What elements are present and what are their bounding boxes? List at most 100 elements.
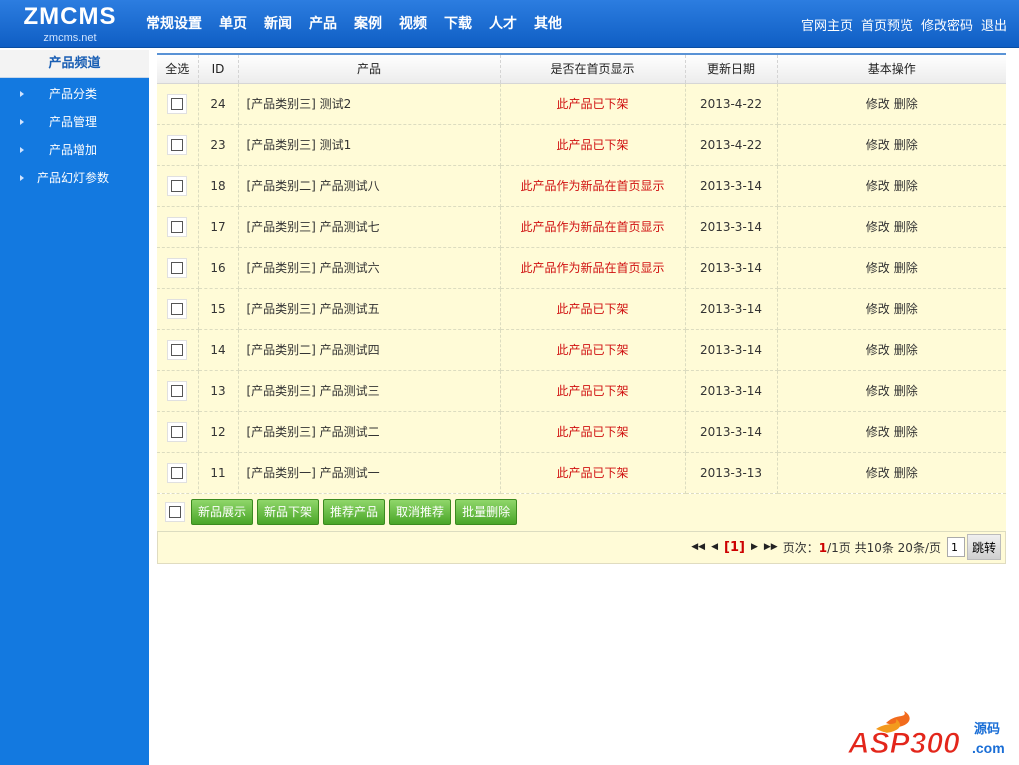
- table-row: 12 [产品类别三] 产品测试二 此产品已下架 2013-3-14 修改 删除: [157, 411, 1006, 453]
- delete-link[interactable]: 删除: [894, 179, 918, 193]
- main-nav: 常规设置 单页 新闻 产品 案例 视频 下载 人才 其他: [146, 13, 579, 33]
- operations-header: 基本操作: [777, 53, 1006, 84]
- edit-link[interactable]: 修改: [866, 343, 890, 357]
- sidebar-arrow-icon: [20, 147, 24, 153]
- edit-link[interactable]: 修改: [866, 179, 890, 193]
- next-page-icon[interactable]: ▶: [751, 542, 758, 552]
- delete-link[interactable]: 删除: [894, 302, 918, 316]
- row-checkbox[interactable]: [171, 344, 184, 356]
- table-row: 24 [产品类别三] 测试2 此产品已下架 2013-4-22 修改 删除: [157, 83, 1006, 125]
- row-product-name: [产品类别三] 产品测试六: [238, 247, 501, 289]
- sidebar-item-product-category[interactable]: 产品分类: [0, 80, 149, 108]
- table-row: 14 [产品类别二] 产品测试四 此产品已下架 2013-3-14 修改 删除: [157, 329, 1006, 371]
- row-product-name: [产品类别三] 产品测试三: [238, 370, 501, 412]
- nav-item-downloads[interactable]: 下载: [444, 13, 472, 33]
- last-page-icon[interactable]: ▶▶: [764, 542, 778, 552]
- row-status: 此产品作为新品在首页显示: [500, 165, 686, 207]
- recommend-product-button[interactable]: 推荐产品: [323, 499, 386, 525]
- change-password-link[interactable]: 修改密码: [921, 15, 973, 34]
- update-date-header: 更新日期: [685, 53, 778, 84]
- delete-link[interactable]: 删除: [894, 343, 918, 357]
- row-id: 11: [198, 452, 239, 494]
- first-page-icon[interactable]: ◀◀: [691, 542, 705, 552]
- main-content: 全选 ID 产品 是否在首页显示 更新日期 基本操作 24 [产品类别三] 测试…: [157, 53, 1006, 564]
- row-product-name: [产品类别三] 产品测试七: [238, 206, 501, 248]
- page-jump-input[interactable]: [946, 537, 965, 557]
- edit-link[interactable]: 修改: [866, 466, 890, 480]
- sidebar-arrow-icon: [20, 175, 24, 181]
- new-product-show-button[interactable]: 新品展示: [191, 499, 254, 525]
- edit-link[interactable]: 修改: [866, 425, 890, 439]
- new-product-remove-button[interactable]: 新品下架: [257, 499, 320, 525]
- row-checkbox[interactable]: [171, 467, 184, 479]
- row-product-name: [产品类别三] 测试1: [238, 124, 501, 166]
- edit-link[interactable]: 修改: [866, 220, 890, 234]
- row-id: 12: [198, 411, 239, 453]
- select-all-header[interactable]: 全选: [157, 53, 199, 84]
- nav-item-cases[interactable]: 案例: [354, 13, 382, 33]
- page-jump-button[interactable]: 跳转: [966, 534, 1001, 560]
- table-row: 16 [产品类别三] 产品测试六 此产品作为新品在首页显示 2013-3-14 …: [157, 247, 1006, 289]
- product-table: 全选 ID 产品 是否在首页显示 更新日期 基本操作 24 [产品类别三] 测试…: [157, 53, 1006, 494]
- prev-page-icon[interactable]: ◀: [711, 542, 718, 552]
- sidebar-arrow-icon: [20, 91, 24, 97]
- select-all-checkbox[interactable]: [169, 506, 181, 518]
- edit-link[interactable]: 修改: [866, 302, 890, 316]
- row-checkbox[interactable]: [171, 303, 184, 315]
- edit-link[interactable]: 修改: [866, 261, 890, 275]
- current-page-link[interactable]: [1]: [724, 540, 745, 555]
- nav-item-other[interactable]: 其他: [534, 13, 562, 33]
- row-checkbox[interactable]: [171, 139, 184, 151]
- row-checkbox[interactable]: [171, 262, 184, 274]
- delete-link[interactable]: 删除: [894, 425, 918, 439]
- top-header: ZMCMS zmcms.net 常规设置 单页 新闻 产品 案例 视频 下载 人…: [0, 0, 1019, 48]
- nav-item-news[interactable]: 新闻: [264, 13, 292, 33]
- delete-link[interactable]: 删除: [894, 220, 918, 234]
- row-status: 此产品已下架: [500, 288, 686, 330]
- page-info-current: 1: [818, 540, 828, 555]
- pagination: ◀◀ ◀ [1] ▶ ▶▶ 页次：1/1页 共10条 20条/页 跳转: [157, 531, 1006, 564]
- table-header-row: 全选 ID 产品 是否在首页显示 更新日期 基本操作: [157, 53, 1006, 84]
- logout-link[interactable]: 退出: [981, 15, 1007, 34]
- official-site-link[interactable]: 官网主页: [801, 15, 853, 34]
- edit-link[interactable]: 修改: [866, 138, 890, 152]
- row-id: 24: [198, 83, 239, 125]
- sidebar-item-label: 产品增加: [49, 143, 98, 157]
- sidebar-item-slideshow-params[interactable]: 产品幻灯参数: [0, 164, 149, 192]
- sidebar-arrow-icon: [20, 119, 24, 125]
- nav-item-products[interactable]: 产品: [309, 13, 337, 33]
- row-checkbox[interactable]: [171, 180, 184, 192]
- row-id: 14: [198, 329, 239, 371]
- page-info-summary: /1页 共10条 20条/页: [827, 540, 941, 555]
- sidebar-title: 产品频道: [0, 50, 149, 78]
- sidebar-item-product-management[interactable]: 产品管理: [0, 108, 149, 136]
- nav-item-videos[interactable]: 视频: [399, 13, 427, 33]
- row-id: 23: [198, 124, 239, 166]
- nav-item-single-page[interactable]: 单页: [219, 13, 247, 33]
- cancel-recommend-button[interactable]: 取消推荐: [389, 499, 452, 525]
- table-row: 15 [产品类别三] 产品测试五 此产品已下架 2013-3-14 修改 删除: [157, 288, 1006, 330]
- edit-link[interactable]: 修改: [866, 97, 890, 111]
- row-status: 此产品已下架: [500, 452, 686, 494]
- delete-link[interactable]: 删除: [894, 466, 918, 480]
- delete-link[interactable]: 删除: [894, 384, 918, 398]
- home-preview-link[interactable]: 首页预览: [861, 15, 913, 34]
- sidebar-item-label: 产品管理: [49, 115, 98, 129]
- logo[interactable]: ZMCMS zmcms.net: [0, 0, 140, 48]
- row-status: 此产品已下架: [500, 124, 686, 166]
- nav-item-general-settings[interactable]: 常规设置: [146, 13, 202, 33]
- nav-item-talent[interactable]: 人才: [489, 13, 517, 33]
- row-checkbox[interactable]: [171, 426, 184, 438]
- row-checkbox[interactable]: [171, 98, 184, 110]
- row-checkbox[interactable]: [171, 385, 184, 397]
- batch-delete-button[interactable]: 批量删除: [455, 499, 518, 525]
- sidebar-item-product-add[interactable]: 产品增加: [0, 136, 149, 164]
- delete-link[interactable]: 删除: [894, 138, 918, 152]
- sidebar-menu: 产品分类 产品管理 产品增加 产品幻灯参数: [0, 78, 149, 192]
- row-status: 此产品作为新品在首页显示: [500, 247, 686, 289]
- row-product-name: [产品类别一] 产品测试一: [238, 452, 501, 494]
- row-checkbox[interactable]: [171, 221, 184, 233]
- delete-link[interactable]: 删除: [894, 261, 918, 275]
- edit-link[interactable]: 修改: [866, 384, 890, 398]
- delete-link[interactable]: 删除: [894, 97, 918, 111]
